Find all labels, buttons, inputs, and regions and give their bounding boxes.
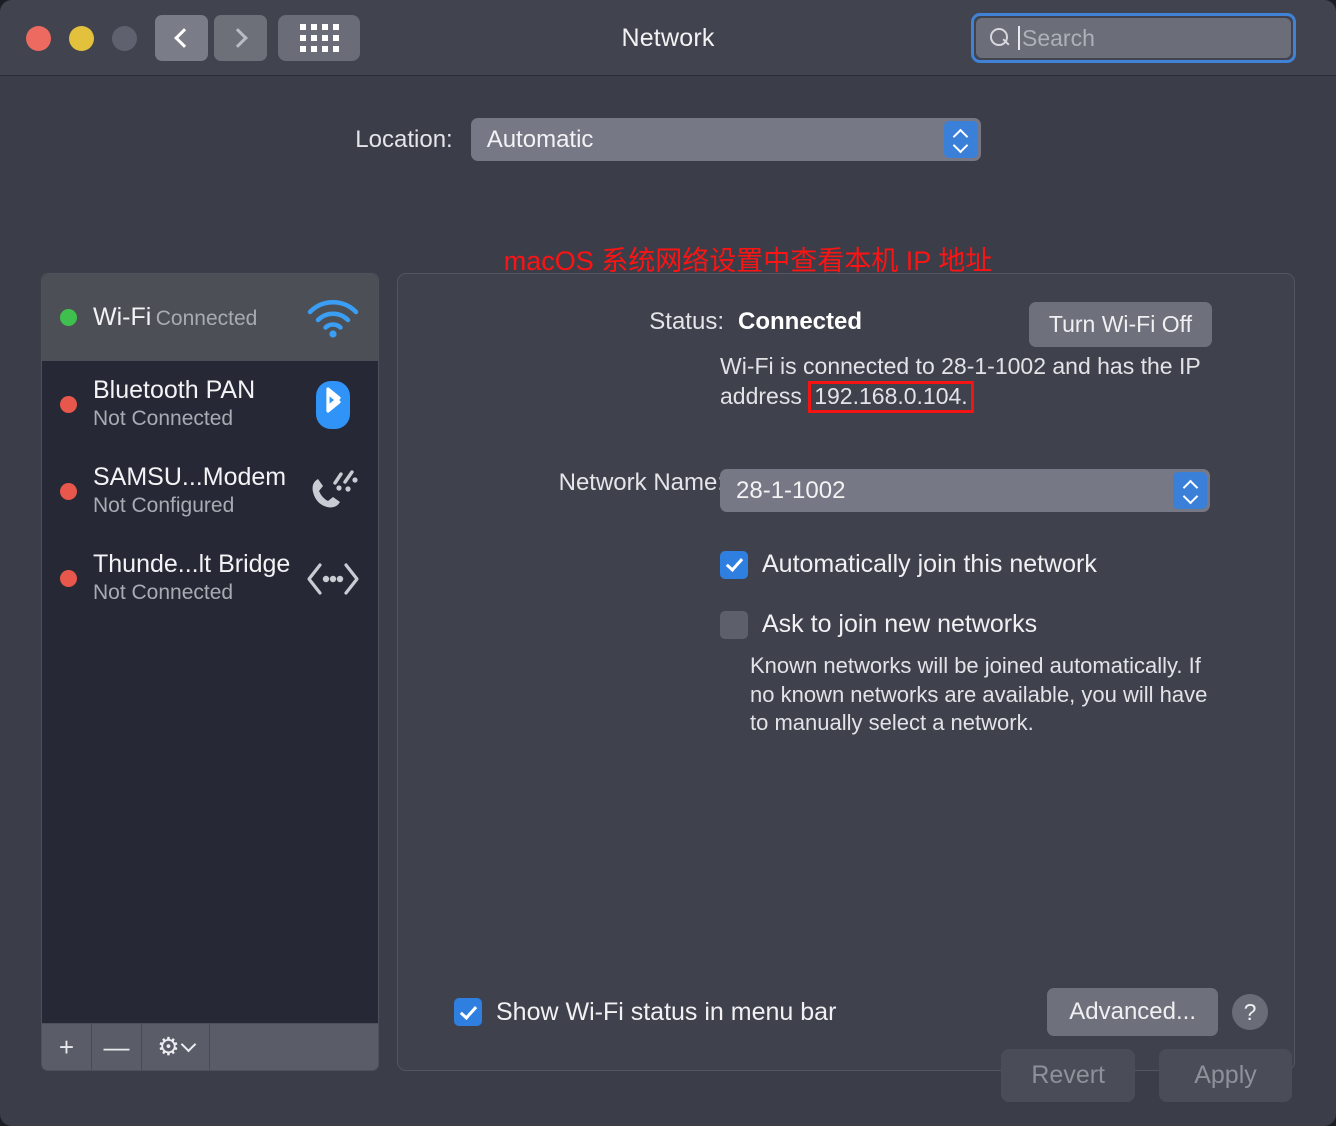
network-services-sidebar: Wi-Fi Connected Bluetooth PAN Not Connec… xyxy=(41,273,379,1071)
service-status: Not Connected xyxy=(93,581,234,605)
turn-wifi-off-button[interactable]: Turn Wi-Fi Off xyxy=(1028,302,1212,347)
status-dot xyxy=(60,396,77,413)
network-services-list[interactable]: Wi-Fi Connected Bluetooth PAN Not Connec… xyxy=(41,273,379,1023)
stepper-icon[interactable] xyxy=(1173,472,1207,509)
service-name: SAMSU...Modem xyxy=(93,463,287,492)
service-status: Not Connected xyxy=(93,407,234,431)
sidebar-toolbar: + — ⚙ xyxy=(41,1023,379,1071)
service-actions-button[interactable]: ⚙ xyxy=(142,1024,210,1070)
location-label: Location: xyxy=(355,125,453,153)
add-service-button[interactable]: + xyxy=(42,1024,92,1070)
auto-join-checkbox[interactable] xyxy=(720,550,748,579)
bluetooth-icon xyxy=(304,376,362,434)
text-caret xyxy=(1018,26,1020,50)
wifi-detail-panel: Status: Connected Turn Wi-Fi Off Wi-Fi i… xyxy=(397,273,1295,1071)
sidebar-item-bluetooth-pan[interactable]: Bluetooth PAN Not Connected xyxy=(42,361,378,448)
network-preferences-window: Network Search Location: Automatic macOS… xyxy=(0,0,1336,1126)
ask-join-label: Ask to join new networks xyxy=(762,610,1038,638)
service-status: Not Configured xyxy=(93,494,235,518)
window-titlebar: Network Search xyxy=(0,0,1336,76)
help-button[interactable]: ? xyxy=(1232,994,1268,1030)
auto-join-checkbox-row[interactable]: Automatically join this network xyxy=(720,550,1097,579)
menu-bar-label: Show Wi-Fi status in menu bar xyxy=(496,997,837,1026)
auto-join-label: Automatically join this network xyxy=(762,550,1097,578)
revert-button[interactable]: Revert xyxy=(1001,1049,1135,1102)
search-placeholder: Search xyxy=(1022,24,1095,51)
sidebar-item-samsung-modem[interactable]: SAMSU...Modem Not Configured xyxy=(42,448,378,535)
footer-buttons: Revert Apply xyxy=(1001,1049,1292,1102)
status-dot xyxy=(60,483,77,500)
apply-button[interactable]: Apply xyxy=(1159,1049,1292,1102)
status-dot xyxy=(60,570,77,587)
remove-service-button[interactable]: — xyxy=(92,1024,142,1070)
location-dropdown[interactable]: Automatic xyxy=(470,118,981,161)
search-field[interactable]: Search xyxy=(971,13,1296,63)
network-name-label: Network Name: xyxy=(558,469,724,496)
network-name-dropdown[interactable]: 28-1-1002 xyxy=(720,469,1210,512)
wifi-icon xyxy=(304,289,362,347)
thunderbolt-bridge-icon xyxy=(304,550,362,608)
service-name: Thunde...lt Bridge xyxy=(93,550,291,579)
plus-icon: + xyxy=(58,1031,75,1062)
status-dot xyxy=(60,309,77,326)
service-name: Wi-Fi xyxy=(93,302,152,331)
sidebar-item-thunderbolt-bridge[interactable]: Thunde...lt Bridge Not Connected xyxy=(42,535,378,622)
chevron-down-icon xyxy=(180,1036,196,1053)
ask-join-checkbox[interactable] xyxy=(720,610,748,639)
advanced-button[interactable]: Advanced... xyxy=(1047,988,1218,1036)
minus-icon: — xyxy=(103,1031,130,1062)
window-body: Location: Automatic macOS 系统网络设置中查看本机 IP… xyxy=(0,76,1336,1126)
status-value: Connected xyxy=(738,308,863,335)
ip-address-highlight: 192.168.0.104. xyxy=(808,381,974,413)
service-status: Connected xyxy=(155,306,258,330)
modem-phone-icon xyxy=(304,463,362,521)
sidebar-item-wifi[interactable]: Wi-Fi Connected xyxy=(42,274,378,361)
location-value: Automatic xyxy=(486,125,594,153)
service-name: Bluetooth PAN xyxy=(93,376,256,405)
gear-icon: ⚙ xyxy=(157,1032,180,1061)
panel-bottom-row: Show Wi-Fi status in menu bar Advanced..… xyxy=(454,988,1268,1036)
network-name-value: 28-1-1002 xyxy=(736,476,846,504)
location-row: Location: Automatic xyxy=(0,118,1336,161)
ask-join-checkbox-row[interactable]: Ask to join new networks xyxy=(720,610,1037,639)
status-label: Status: xyxy=(649,308,724,335)
menu-bar-checkbox[interactable] xyxy=(454,998,482,1026)
search-icon xyxy=(990,28,1010,48)
stepper-icon[interactable] xyxy=(943,121,978,158)
join-help-text: Known networks will be joined automatica… xyxy=(750,653,1208,736)
connection-description: Wi-Fi is connected to 28-1-1002 and has … xyxy=(720,352,1220,413)
